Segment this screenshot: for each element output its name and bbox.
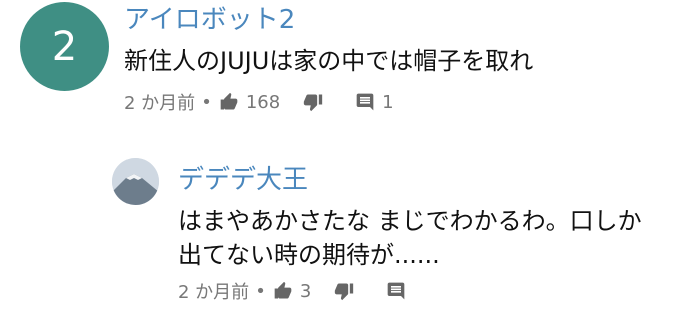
avatar-rank-badge[interactable]: 2	[20, 2, 109, 91]
separator-dot: •	[201, 91, 212, 113]
reply-timestamp: 2 か月前	[178, 282, 250, 303]
reply-avatar[interactable]	[112, 158, 159, 205]
comment-text: 新住人のJUJUは家の中では帽子を取れ	[124, 47, 534, 75]
comment-icon[interactable]	[385, 281, 407, 301]
reply-author[interactable]: デデデ大王	[178, 164, 308, 196]
reply-meta: 2 か月前 • 3	[178, 277, 407, 305]
like-count: 3	[299, 280, 312, 302]
comment-author[interactable]: アイロボット2	[124, 4, 295, 36]
comment-timestamp: 2 か月前	[124, 93, 196, 114]
rank-number: 2	[51, 23, 78, 70]
separator-dot: •	[255, 280, 266, 302]
reply-text-line1: はまやあかさたな まじでわかるわ。口しか	[178, 207, 642, 235]
thumbs-down-icon[interactable]	[302, 92, 324, 112]
thumbs-down-icon[interactable]	[333, 281, 355, 301]
comment-meta: 2 か月前 • 168 1	[124, 88, 394, 116]
thumbs-up-icon[interactable]	[218, 92, 240, 112]
reply-count: 1	[382, 91, 394, 113]
thumbs-up-icon[interactable]	[272, 281, 294, 301]
reply-text-line2: 出てない時の期待が......	[178, 241, 440, 269]
like-count: 168	[245, 91, 281, 113]
comment-icon[interactable]	[354, 92, 376, 112]
